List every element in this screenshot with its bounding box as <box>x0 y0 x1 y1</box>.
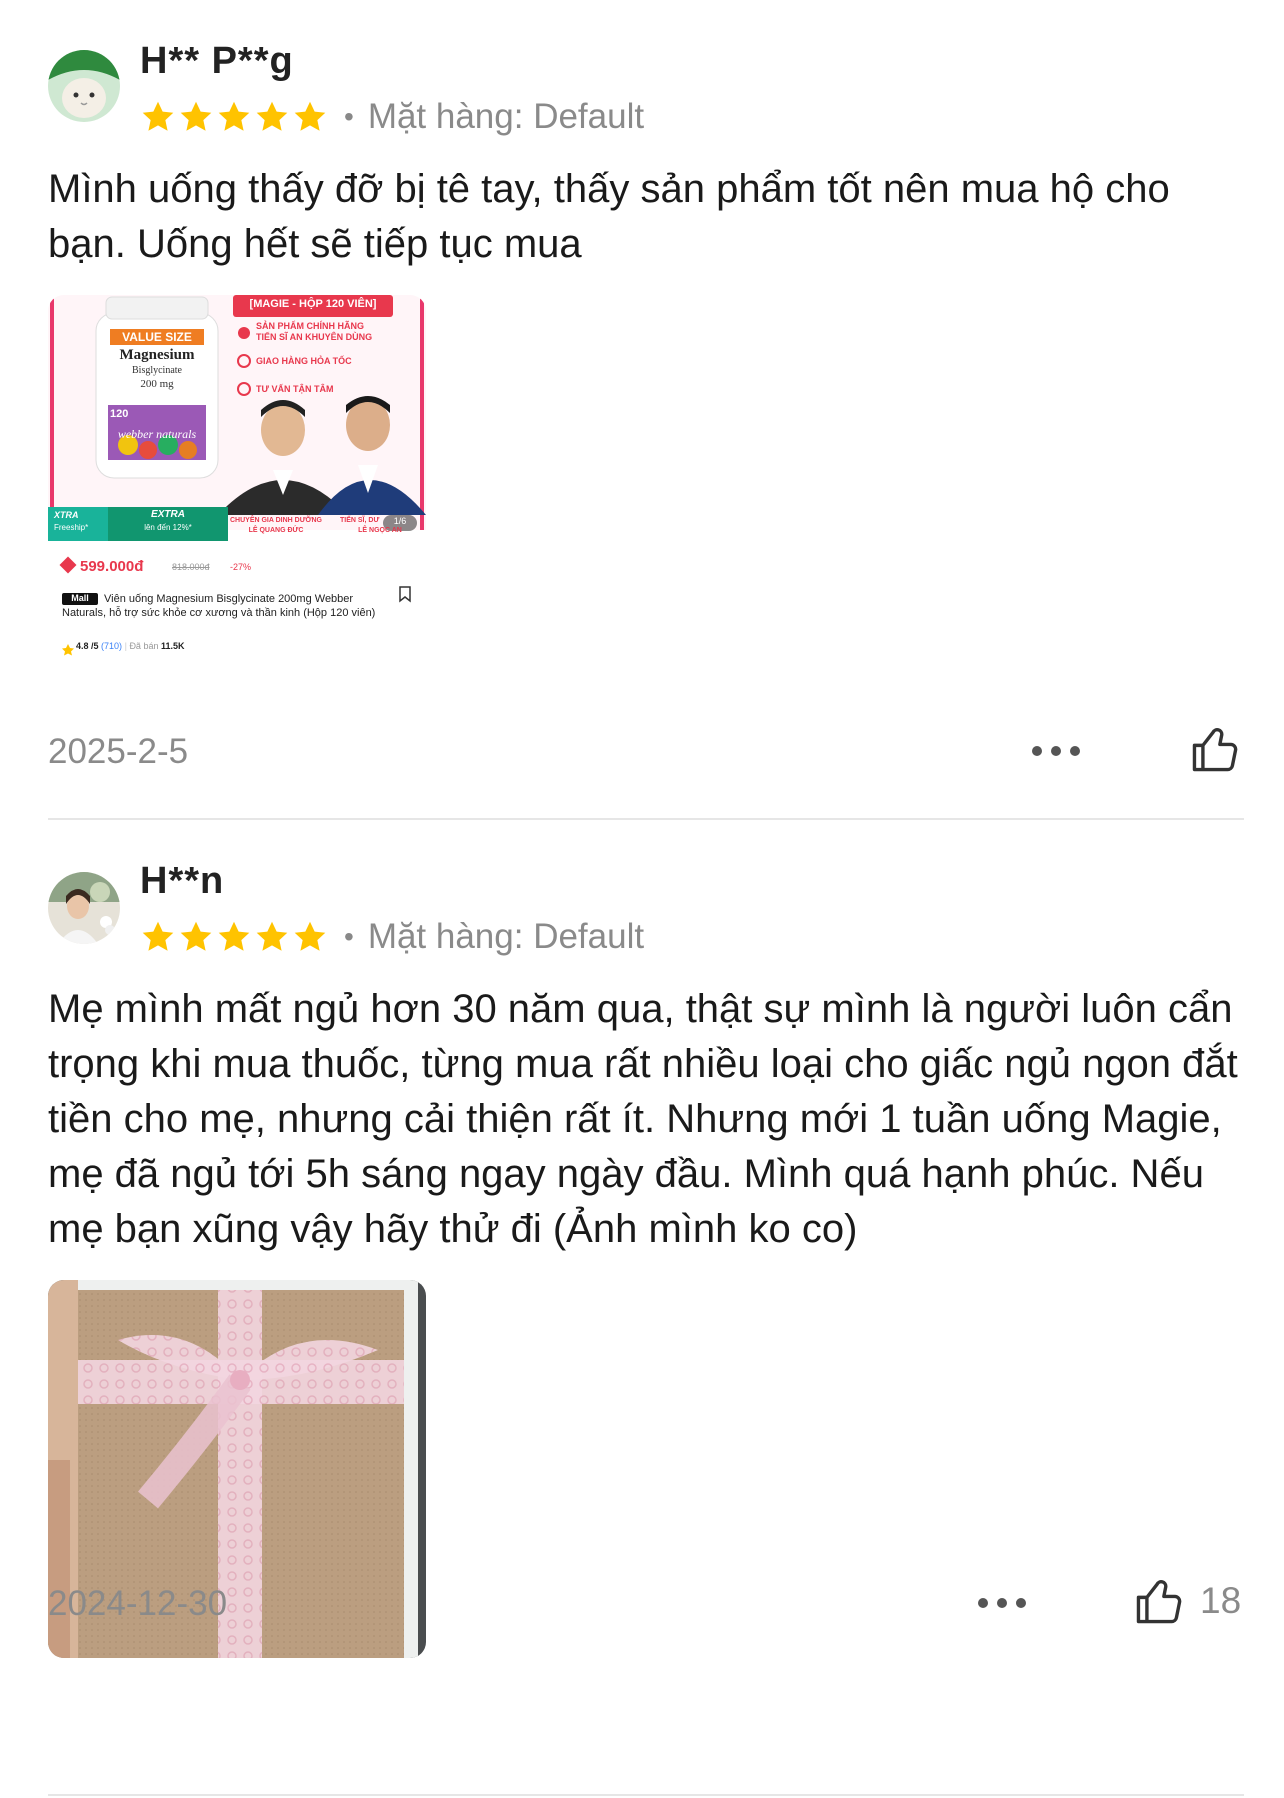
sold-count: 11.5K <box>160 641 185 651</box>
star-icon <box>218 101 250 131</box>
image-page-indicator: 1/6 <box>393 516 407 526</box>
product-rating: 4.8 /5 (710) | Đã bán 11.5K <box>76 641 185 651</box>
review-photo[interactable]: [MAGIE - HỘP 120 VIÊN] SẢN PHẨM CHÍNH HÃ… <box>48 295 426 673</box>
rating-separator: | <box>124 641 127 651</box>
bottle-brand: webber naturals <box>117 427 197 441</box>
variant-label: Mặt hàng: Default <box>367 917 645 956</box>
review-meta: • Mặt hàng: Default <box>140 917 644 957</box>
star-icon <box>294 101 326 131</box>
review-date: 2025-2-5 <box>48 732 189 771</box>
thumbs-up-icon <box>1136 1580 1182 1624</box>
feature-1: SẢN PHẨM CHÍNH HÃNG <box>256 321 364 331</box>
review-meta: • Mặt hàng: Default <box>140 97 644 137</box>
product-discount: -27% <box>230 562 252 572</box>
star-icon <box>142 101 174 131</box>
more-options-button[interactable] <box>1030 728 1082 767</box>
review-date: 2024-12-30 <box>48 1584 228 1623</box>
expert-2-name: LÊ NGỌC AN <box>358 527 402 534</box>
bottle-count: 120 <box>110 408 129 420</box>
expert-1-title: CHUYÊN GIA DINH DƯỠNG <box>229 517 323 524</box>
review-divider <box>48 1794 1244 1796</box>
bottle-dose: 200 mg <box>140 378 174 390</box>
bottle-badge: VALUE SIZE <box>122 330 192 344</box>
reviewer-name: H** P**g <box>140 40 294 82</box>
feature-3: TƯ VẤN TẬN TÂM <box>256 384 334 394</box>
banner-title: [MAGIE - HỘP 120 VIÊN] <box>249 298 377 310</box>
feature-1b: TIẾN SĨ AN KHUYÊN DÙNG <box>256 332 373 342</box>
reviewer-name: H**n <box>140 860 225 902</box>
star-icon <box>256 921 288 951</box>
product-old-price: 818.000đ <box>172 562 210 572</box>
extra-label: EXTRA <box>151 509 185 520</box>
review-text: Mẹ mình mất ngủ hơn 30 năm qua, thật sự … <box>48 987 1238 1251</box>
rating-stars <box>140 919 328 955</box>
avatar[interactable] <box>48 872 120 944</box>
xtra-label: XTRA <box>54 510 79 520</box>
star-icon <box>218 921 250 951</box>
thumbs-up-icon <box>1192 728 1238 772</box>
star-icon <box>180 921 212 951</box>
star-icon <box>180 101 212 131</box>
more-dots-icon <box>978 1598 1026 1608</box>
like-button[interactable]: 18 <box>1130 1572 1241 1630</box>
more-options-button[interactable] <box>976 1580 1028 1619</box>
star-icon <box>256 101 288 131</box>
bottle-sub: Bisglycinate <box>132 365 182 376</box>
expert-1-name: LÊ QUANG ĐỨC <box>248 527 304 534</box>
product-review-count: (710) <box>101 641 123 651</box>
more-dots-icon <box>1032 746 1080 756</box>
product-price: 599.000đ <box>80 558 144 575</box>
like-count: 18 <box>1200 1580 1242 1621</box>
feature-2: GIAO HÀNG HỎA TỐC <box>256 356 352 366</box>
extra-sub: lên đến 12%* <box>144 523 192 532</box>
like-button[interactable] <box>1186 720 1256 778</box>
sold-label: Đã bán <box>129 641 159 651</box>
product-name: Viên uống Magnesium Bisglycinate 200mg W… <box>62 593 376 619</box>
expert-2-title: TIẾN SĨ, DƯ <box>340 517 380 524</box>
bottle-name: Magnesium <box>119 347 195 363</box>
review-text: Mình uống thấy đỡ bị tê tay, thấy sản ph… <box>48 167 1170 266</box>
xtra-sub: Freeship* <box>54 523 89 532</box>
separator-dot: • <box>344 921 354 952</box>
review-item: H** P**g • Mặt hàng: Default Mình uống t… <box>0 0 1284 820</box>
product-rating-value: 4.8 /5 <box>76 641 99 651</box>
rating-stars <box>140 99 328 135</box>
variant-label: Mặt hàng: Default <box>367 97 645 136</box>
star-icon <box>294 921 326 951</box>
separator-dot: • <box>344 101 354 132</box>
avatar[interactable] <box>48 50 120 122</box>
review-item: H**n • Mặt hàng: Default Mẹ mình mất ngủ… <box>0 820 1284 1798</box>
star-icon <box>142 921 174 951</box>
